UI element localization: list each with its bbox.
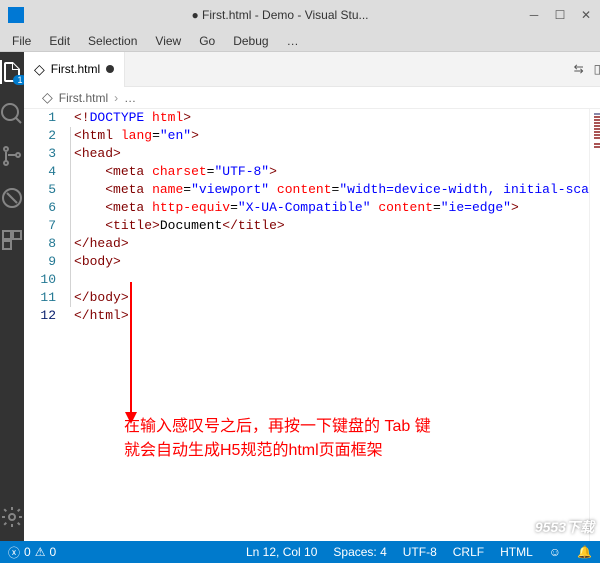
- status-encoding[interactable]: UTF-8: [395, 545, 445, 559]
- code-line[interactable]: </head>: [74, 235, 589, 253]
- warning-icon: ⚠: [35, 545, 46, 559]
- activity-scm[interactable]: [0, 144, 24, 168]
- code-line[interactable]: <title>Document</title>: [74, 217, 589, 235]
- menu-view[interactable]: View: [147, 32, 189, 50]
- status-spaces[interactable]: Spaces: 4: [325, 545, 394, 559]
- line-number: 12: [24, 307, 56, 325]
- activity-debug[interactable]: [0, 186, 24, 210]
- tab-first-html[interactable]: ◇ First.html: [24, 52, 125, 87]
- code-content[interactable]: <!DOCTYPE html><html lang="en"><head> <m…: [70, 109, 589, 541]
- activitybar: 1: [0, 52, 24, 541]
- line-number: 1: [24, 109, 56, 127]
- line-gutter: 123456789101112: [24, 109, 70, 541]
- activity-extensions[interactable]: [0, 228, 24, 252]
- status-errors[interactable]: ⓧ0 ⚠0: [0, 544, 64, 561]
- code-line[interactable]: <body>: [74, 253, 589, 271]
- code-line[interactable]: <html lang="en">: [74, 127, 589, 145]
- menu-selection[interactable]: Selection: [80, 32, 145, 50]
- code-line[interactable]: <meta http-equiv="X-UA-Compatible" conte…: [74, 199, 589, 217]
- line-number: 6: [24, 199, 56, 217]
- status-lang[interactable]: HTML: [492, 545, 541, 559]
- status-feedback[interactable]: ☺: [541, 545, 569, 559]
- split-editor-icon[interactable]: ◫: [594, 62, 600, 76]
- file-icon: ◇: [42, 89, 53, 106]
- maximize-button[interactable]: ☐: [554, 9, 566, 21]
- menu-edit[interactable]: Edit: [41, 32, 78, 50]
- activity-search[interactable]: [0, 102, 24, 126]
- activity-settings[interactable]: [0, 505, 24, 529]
- status-notifications-icon[interactable]: 🔔: [569, 545, 600, 559]
- breadcrumb-segment[interactable]: First.html: [59, 91, 108, 105]
- breadcrumb-trail: …: [124, 91, 136, 105]
- annotation-line1: 在输入感叹号之后，再按一下键盘的 Tab 键: [124, 412, 431, 436]
- app-icon: [8, 7, 24, 23]
- minimap[interactable]: [589, 109, 600, 541]
- dirty-indicator-icon: [106, 65, 114, 73]
- menu-go[interactable]: Go: [191, 32, 223, 50]
- line-number: 5: [24, 181, 56, 199]
- menu-file[interactable]: File: [4, 32, 39, 50]
- line-number: 7: [24, 217, 56, 235]
- annotation-text: 在输入感叹号之后，再按一下键盘的 Tab 键 就会自动生成H5规范的html页面…: [124, 412, 431, 460]
- editor-area: ◇ First.html ⇆ ◫ ⋯ ◇ First.html › … 1234…: [24, 52, 600, 541]
- status-cursor[interactable]: Ln 12, Col 10: [238, 545, 325, 559]
- line-number: 2: [24, 127, 56, 145]
- window-controls: ─ ☐ ✕: [528, 9, 592, 21]
- code-line[interactable]: <meta name="viewport" content="width=dev…: [74, 181, 589, 199]
- file-icon: ◇: [34, 61, 45, 78]
- code-line[interactable]: <!DOCTYPE html>: [74, 109, 589, 127]
- breadcrumb[interactable]: ◇ First.html › …: [24, 87, 600, 109]
- chevron-right-icon: ›: [114, 91, 118, 105]
- tab-actions: ⇆ ◫ ⋯: [564, 62, 600, 76]
- titlebar: ● First.html - Demo - Visual Stu... ─ ☐ …: [0, 0, 600, 30]
- minimize-button[interactable]: ─: [528, 9, 540, 21]
- code-line[interactable]: </body>: [74, 289, 589, 307]
- code-line[interactable]: [74, 271, 589, 289]
- annotation-line2: 就会自动生成H5规范的html页面框架: [124, 436, 431, 460]
- line-number: 10: [24, 271, 56, 289]
- tab-label: First.html: [51, 62, 100, 76]
- activity-explorer[interactable]: 1: [0, 60, 24, 84]
- line-number: 11: [24, 289, 56, 307]
- menu-more[interactable]: …: [279, 32, 307, 50]
- line-number: 3: [24, 145, 56, 163]
- tabs-bar: ◇ First.html ⇆ ◫ ⋯: [24, 52, 600, 87]
- watermark: 9553下载: [535, 517, 594, 537]
- error-icon: ⓧ: [8, 544, 20, 561]
- code-line[interactable]: <meta charset="UTF-8">: [74, 163, 589, 181]
- code-line[interactable]: <head>: [74, 145, 589, 163]
- menu-debug[interactable]: Debug: [225, 32, 276, 50]
- statusbar: ⓧ0 ⚠0 Ln 12, Col 10 Spaces: 4 UTF-8 CRLF…: [0, 541, 600, 563]
- line-number: 4: [24, 163, 56, 181]
- code-editor[interactable]: 123456789101112 <!DOCTYPE html><html lan…: [24, 109, 600, 541]
- main-area: 1 ◇ First.html ⇆ ◫ ⋯: [0, 52, 600, 541]
- line-number: 8: [24, 235, 56, 253]
- compare-changes-icon[interactable]: ⇆: [574, 62, 584, 76]
- annotation-arrow: [130, 282, 137, 424]
- close-button[interactable]: ✕: [580, 9, 592, 21]
- line-number: 9: [24, 253, 56, 271]
- menubar: File Edit Selection View Go Debug …: [0, 30, 600, 52]
- code-line[interactable]: </html>: [74, 307, 589, 325]
- window-title: ● First.html - Demo - Visual Stu...: [32, 8, 528, 22]
- status-eol[interactable]: CRLF: [445, 545, 492, 559]
